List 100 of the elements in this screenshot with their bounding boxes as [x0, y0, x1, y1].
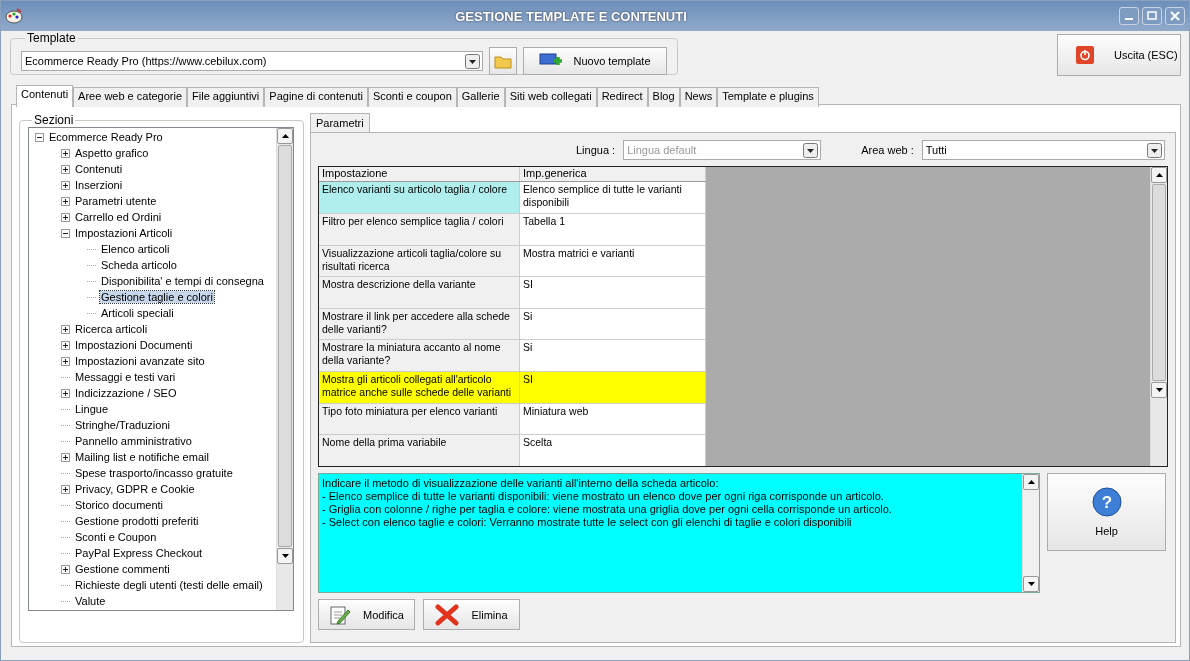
expand-icon[interactable]	[61, 180, 70, 190]
description-box[interactable]	[318, 473, 1040, 593]
scroll-down-button[interactable]	[1151, 382, 1167, 398]
tree-item[interactable]: Pannello amministrativo	[74, 435, 193, 447]
tree-item[interactable]: Articoli speciali	[100, 307, 175, 319]
value-cell[interactable]: Si	[520, 308, 706, 340]
up-arrow-icon	[1155, 173, 1163, 177]
close-button[interactable]	[1165, 7, 1185, 25]
tree-item[interactable]: Impostazioni Articoli	[74, 227, 174, 239]
value-cell[interactable]: Scelta	[520, 435, 706, 466]
setting-cell[interactable]: Mostrare il link per accedere alla schede delle varianti?	[319, 308, 520, 340]
tab[interactable]: Sconti e coupon	[367, 87, 457, 107]
exit-button[interactable]: Uscita (ESC)	[1057, 34, 1181, 76]
value-cell[interactable]: Tabella 1	[520, 214, 706, 245]
scrollbar[interactable]	[1022, 474, 1039, 592]
tree-item[interactable]: Ricerca articoli	[74, 323, 149, 335]
tab[interactable]: File aggiuntivi	[187, 87, 265, 107]
tree-item[interactable]: Carrello ed Ordini	[74, 211, 163, 223]
scrollbar[interactable]	[1150, 167, 1167, 466]
tree-item[interactable]: Messaggi e testi vari	[74, 371, 177, 383]
pencil-note-icon	[329, 603, 351, 626]
scroll-up-button[interactable]	[1023, 474, 1039, 490]
minimize-button[interactable]	[1119, 7, 1139, 25]
collapse-icon[interactable]	[61, 228, 70, 238]
tree-item[interactable]: Storico documenti	[74, 499, 165, 511]
tree-item[interactable]: Gestione taglie e colori	[100, 291, 214, 303]
expand-icon[interactable]	[61, 212, 70, 222]
value-cell[interactable]: Mostra matrici e varianti	[520, 245, 706, 277]
tree-item[interactable]: Mailing list e notifiche email	[74, 451, 210, 463]
tree-item[interactable]: Sconti e Coupon	[74, 531, 158, 543]
tree-item[interactable]: Elenco articoli	[100, 243, 171, 255]
tree-item[interactable]: Privacy, GDPR e Cookie	[74, 483, 196, 495]
expand-icon[interactable]	[61, 564, 70, 574]
tree-item[interactable]: Inserzioni	[74, 179, 124, 191]
value-cell[interactable]: SI	[520, 372, 706, 403]
scroll-up-button[interactable]	[1151, 167, 1167, 183]
tree-item[interactable]: Gestione prodotti preferiti	[74, 515, 200, 527]
setting-cell[interactable]: Filtro per elenco semplice taglia / colori	[319, 214, 520, 245]
tab[interactable]: Gallerie	[456, 87, 505, 107]
area-label: Area web :	[861, 144, 914, 156]
scroll-down-button[interactable]	[1023, 576, 1039, 592]
tree-item[interactable]: Contenuti	[74, 163, 124, 175]
setting-cell[interactable]: Elenco varianti su articolo taglia / colore	[319, 182, 520, 213]
tree-item[interactable]: Spese trasporto/incasso gratuite	[74, 467, 234, 479]
tree-item[interactable]: Aspetto grafico	[74, 147, 150, 159]
expand-icon[interactable]	[61, 324, 70, 334]
tree-item[interactable]: Ecommerce Ready Pro	[48, 131, 164, 143]
collapse-icon[interactable]	[35, 132, 44, 142]
tab[interactable]: News	[679, 87, 718, 107]
template-dropdown[interactable]: Ecommerce Ready Pro (https://www.cebilux.com)	[21, 51, 483, 71]
expand-icon[interactable]	[61, 452, 70, 462]
tree-item[interactable]: Scheda articolo	[100, 259, 178, 271]
group-label: Template	[26, 31, 77, 45]
expand-icon[interactable]	[61, 164, 70, 174]
value-cell[interactable]: Si	[520, 340, 706, 372]
setting-cell[interactable]: Mostra descrizione della variante	[319, 277, 520, 308]
new-template-button[interactable]: Nuovo template	[523, 47, 667, 75]
tree-item[interactable]: Richieste degli utenti (testi delle email)	[74, 579, 264, 591]
language-label: Lingua :	[576, 144, 616, 156]
expand-icon[interactable]	[61, 484, 70, 494]
scrollbar[interactable]	[276, 128, 293, 610]
tab[interactable]: Pagine di contenuti	[264, 87, 368, 107]
expand-icon[interactable]	[61, 196, 70, 206]
setting-cell[interactable]: Mostra gli articoli collegati all'articolo matrice anche sulle schede delle varianti	[319, 372, 520, 403]
expand-icon[interactable]	[61, 356, 70, 366]
tree-item[interactable]: Valute	[74, 595, 107, 607]
help-button[interactable]: ? Help	[1047, 473, 1166, 551]
value-cell[interactable]: Elenco semplice di tutte le varianti disponibili	[520, 182, 706, 213]
tab[interactable]: Siti web collegati	[504, 87, 597, 107]
tree-item[interactable]: Impostazioni avanzate sito	[74, 355, 206, 367]
edit-button[interactable]: Modifica	[318, 599, 415, 630]
scroll-up-button[interactable]	[277, 128, 293, 144]
area-dropdown[interactable]: Tutti	[921, 140, 1165, 160]
expand-icon[interactable]	[61, 388, 70, 398]
tab[interactable]: Contenuti	[16, 85, 74, 107]
tree-item[interactable]: Indicizzazione / SEO	[74, 387, 178, 399]
tab[interactable]: Blog	[647, 87, 680, 107]
tab[interactable]: Parametri	[310, 113, 370, 132]
delete-button[interactable]: Elimina	[423, 599, 520, 630]
tree-item[interactable]: Impostazioni Documenti	[74, 339, 194, 351]
tree-item[interactable]: Disponibilita' e tempi di consegna	[100, 275, 265, 287]
tab[interactable]: Redirect	[596, 87, 648, 107]
tree-item[interactable]: Parametri utente	[74, 195, 158, 207]
tree-item[interactable]: Gestione commenti	[74, 563, 171, 575]
up-arrow-icon	[1027, 480, 1035, 484]
setting-cell[interactable]: Visualizzazione articoli taglia/colore su risultati ricerca	[319, 245, 520, 277]
tree-item[interactable]: PayPal Express Checkout	[74, 547, 204, 559]
setting-cell[interactable]: Tipo foto miniatura per elenco varianti	[319, 403, 520, 435]
tab[interactable]: Template e plugins	[717, 87, 819, 107]
expand-icon[interactable]	[61, 340, 70, 350]
setting-cell[interactable]: Mostrare la miniatura accanto al nome della variante?	[319, 340, 520, 372]
tree-item[interactable]: Lingue	[74, 403, 110, 415]
setting-cell[interactable]: Nome della prima variabile	[319, 435, 520, 466]
expand-icon[interactable]	[61, 148, 70, 158]
tab[interactable]: Aree web e categorie	[73, 87, 188, 107]
tree-item[interactable]: Stringhe/Traduzioni	[74, 419, 171, 431]
group-label: Sezioni	[33, 113, 75, 127]
value-cell[interactable]: Miniatura web	[520, 403, 706, 435]
value-cell[interactable]: SI	[520, 277, 706, 308]
scroll-down-button[interactable]	[277, 548, 293, 564]
